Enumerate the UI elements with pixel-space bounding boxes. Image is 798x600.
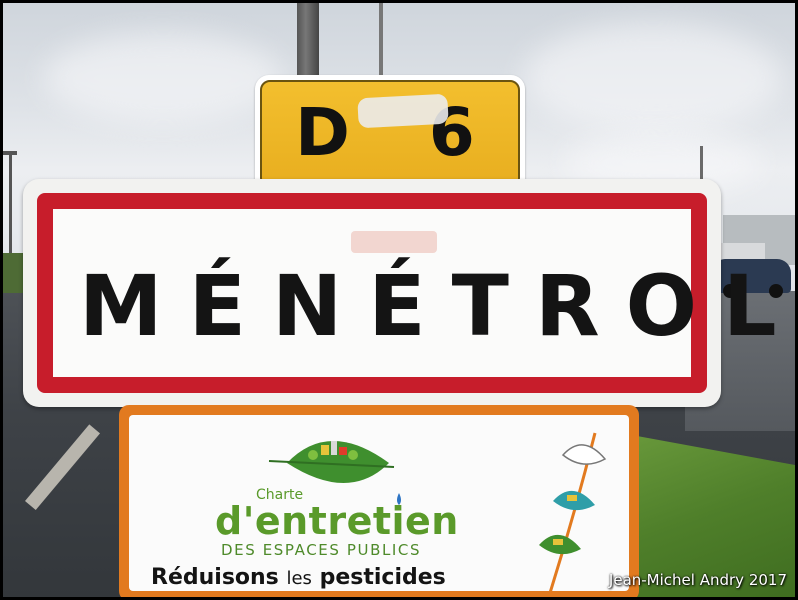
roadside-hedge [3, 253, 25, 293]
charte-panel: Charte d'entretien DES ESPACES PUBLICS R… [119, 405, 639, 597]
charte-subtitle: DES ESPACES PUBLICS [221, 541, 422, 559]
route-sign-d6: D 6 [255, 75, 525, 193]
charte-main-title: d'entretien [215, 499, 459, 543]
tape-patch [357, 93, 449, 129]
cloud [523, 23, 783, 133]
slogan-word-3: pesticides [319, 565, 446, 590]
photo: D 6 MÉNÉTROL Charte d'entretien DES ESPA… [3, 3, 795, 597]
town-sign-red-border: MÉNÉTROL [37, 193, 795, 393]
leaf-progression-graphic [539, 432, 607, 593]
charte-slogan: Réduisons les pesticides [151, 565, 446, 590]
cloud [43, 33, 283, 123]
sign-pole [297, 3, 319, 83]
paint-peel [351, 231, 437, 253]
street-lamp [9, 153, 12, 263]
photo-credit: Jean-Michel Andry 2017 [608, 571, 787, 589]
charte-panel-face: Charte d'entretien DES ESPACES PUBLICS R… [129, 415, 629, 593]
slogan-word-2: les [286, 568, 312, 589]
slogan-word-1: Réduisons [151, 565, 279, 590]
thin-pole [379, 3, 383, 83]
town-entry-sign: MÉNÉTROL [23, 179, 795, 407]
town-name: MÉNÉTROL [79, 257, 795, 355]
route-sign-face: D 6 [260, 80, 520, 188]
